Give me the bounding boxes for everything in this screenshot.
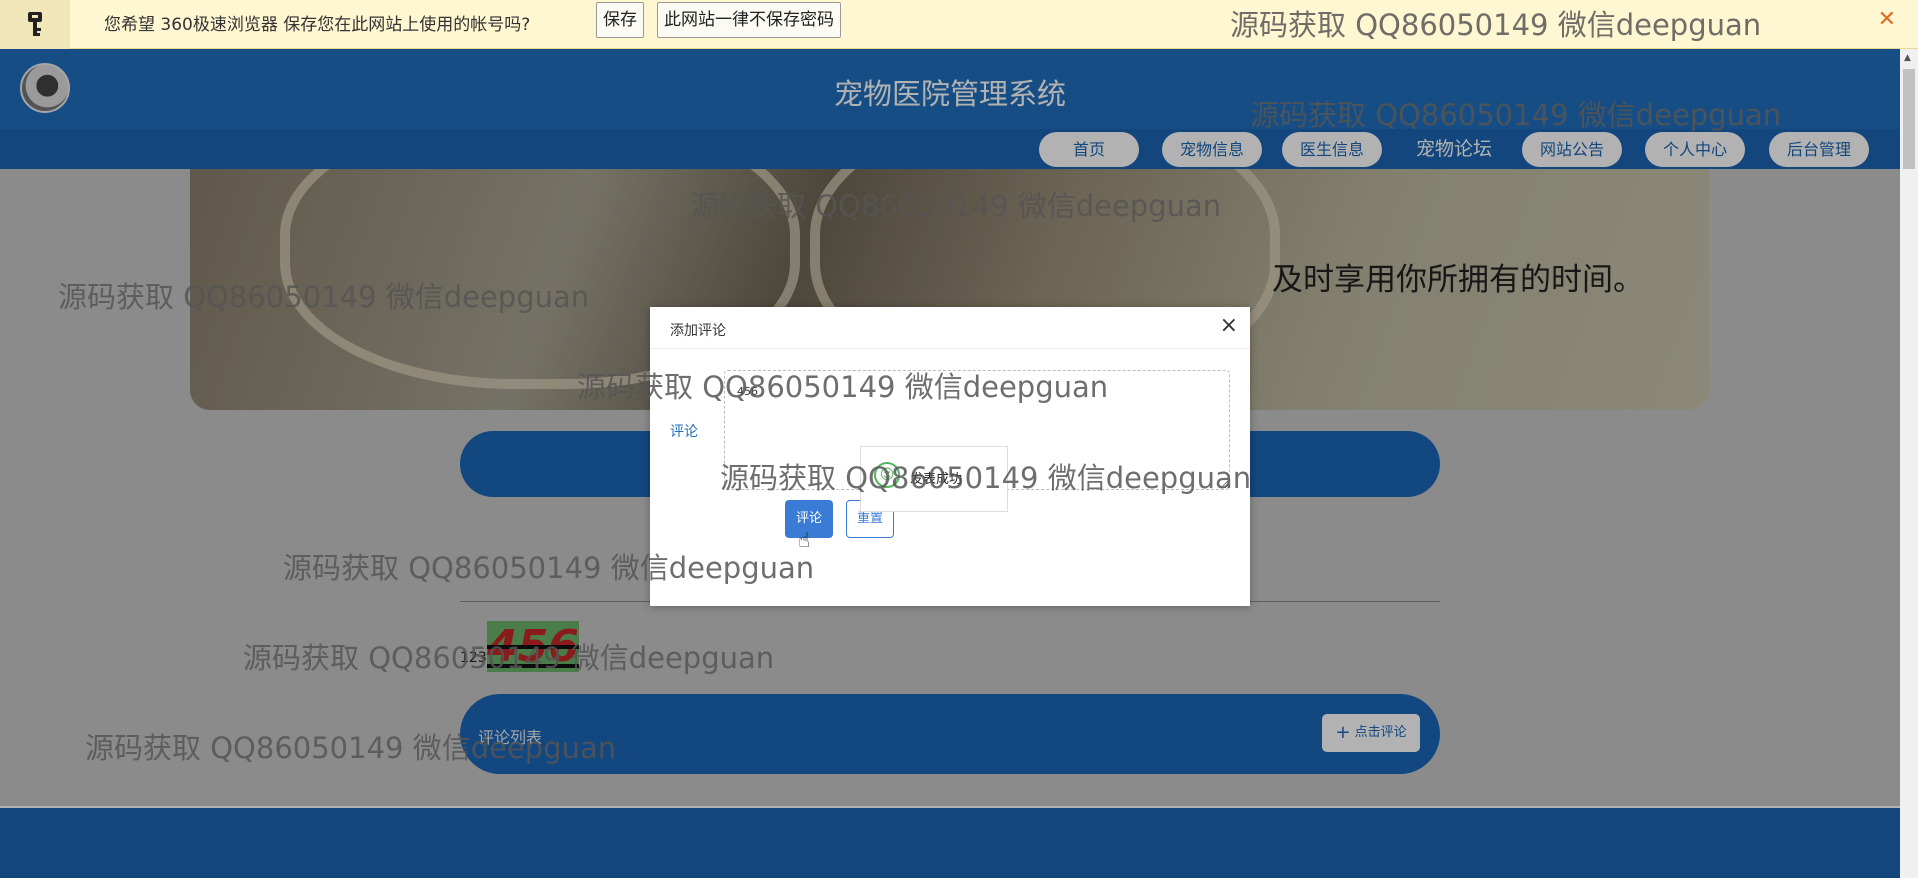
watermark: 源码获取 QQ86050149 微信deepguan: [85, 731, 617, 765]
password-bar-message: 您希望 360极速浏览器 保存您在此网站上使用的帐号吗?: [104, 15, 531, 35]
watermark: 源码获取 QQ86050149 微信deepguan: [243, 641, 775, 675]
scrollbar[interactable]: ▲: [1900, 49, 1918, 878]
close-icon[interactable]: ✕: [1878, 7, 1896, 32]
watermark: 源码获取 QQ86050149 微信deepguan: [1250, 98, 1782, 132]
watermark: 源码获取 QQ86050149 微信deepguan: [58, 280, 590, 314]
watermark: 源码获取 QQ86050149 微信deepguan: [283, 551, 815, 585]
watermark: 源码获取 QQ86050149 微信deepguan: [690, 189, 1222, 223]
never-save-button[interactable]: 此网站一律不保存密码: [657, 2, 841, 38]
dialog-close-icon[interactable]: ×: [1220, 313, 1238, 338]
dialog-header: 添加评论 ×: [650, 307, 1250, 349]
scrollbar-thumb[interactable]: [1903, 69, 1915, 169]
scroll-up-icon[interactable]: ▲: [1904, 53, 1911, 63]
dialog-title: 添加评论: [670, 323, 726, 339]
save-password-button[interactable]: 保存: [596, 2, 644, 38]
comment-field-label: 评论: [670, 424, 698, 440]
watermark: 源码获取 QQ86050149 微信deepguan: [577, 370, 1109, 404]
key-icon: [0, 0, 70, 49]
watermark: 源码获取 QQ86050149 微信deepguan: [1230, 8, 1762, 42]
watermark: 源码获取 QQ86050149 微信deepguan: [720, 461, 1252, 495]
